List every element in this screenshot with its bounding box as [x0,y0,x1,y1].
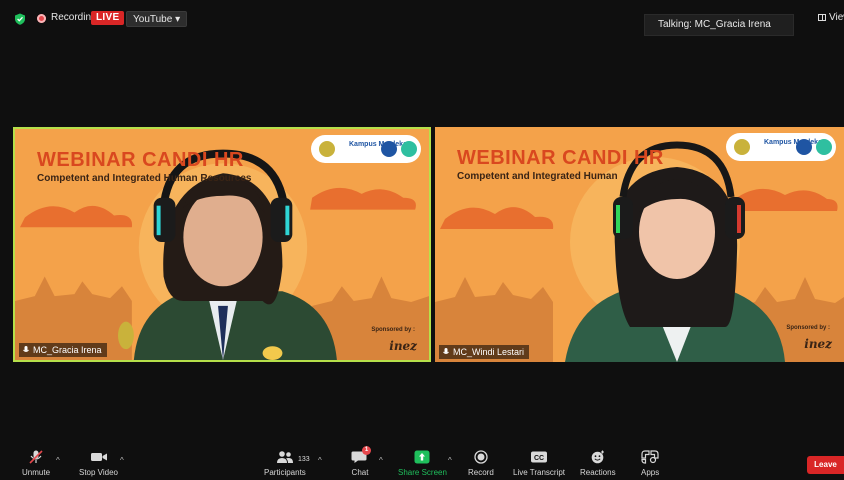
ministry-logo [796,139,812,155]
slide-title: WEBINAR CANDI HR [37,149,244,171]
slide-subtitle: Competent and Integrated Human [457,171,618,182]
unmute-button[interactable]: Unmute [22,450,50,477]
talking-indicator: Talking: MC_Gracia Irena [644,14,794,36]
participants-count: 133 [298,456,310,463]
record-button[interactable]: Record [468,450,494,477]
participants-button[interactable]: Participants [264,450,306,477]
chat-options-chevron-icon[interactable]: ^ [379,456,383,465]
sponsor-logo: inez [389,339,417,353]
stop-video-button[interactable]: Stop Video [79,450,118,477]
svg-text:CC: CC [534,455,544,462]
sponsor-label: Sponsored by : [371,327,415,333]
share-screen-icon [414,450,430,464]
share-options-chevron-icon[interactable]: ^ [448,456,452,465]
people-icon [276,451,293,463]
share-screen-label: Share Screen [398,468,447,477]
reactions-label: Reactions [580,468,616,477]
stop-video-label: Stop Video [79,468,118,477]
record-icon [474,450,488,464]
meeting-top-bar: Recording LIVE YouTube ▾ Talking: MC_Gra… [0,0,844,36]
apps-label: Apps [641,468,660,477]
reactions-button[interactable]: Reactions [580,450,616,477]
record-label: Record [468,468,494,477]
kampus-merdeka-logo: Kampus Merdeka [349,141,407,148]
participant-name: MC_Windi Lestari [453,347,525,357]
program-logo [816,139,832,155]
leave-button[interactable]: Leave [807,456,844,474]
slide-title: WEBINAR CANDI HR [457,147,664,169]
kampus-merdeka-logo: Kampus Merdeka [764,139,822,146]
chat-button[interactable]: 1 Chat [351,446,371,477]
live-transcript-button[interactable]: CC Live Transcript [513,450,565,477]
mic-muted-icon [29,450,43,464]
sponsor-logo: inez [804,337,832,351]
partner-logos: Kampus Merdeka [311,135,421,163]
university-logo [734,139,750,155]
university-logo [319,141,335,157]
gallery-view-icon [818,14,826,21]
sponsor-label: Sponsored by : [786,325,830,331]
cc-icon: CC [531,451,548,463]
participants-label: Participants [264,468,306,477]
participant-name-label: MC_Windi Lestari [439,345,530,359]
mic-icon [443,348,449,354]
share-screen-button[interactable]: Share Screen [398,450,447,477]
video-tile-gracia[interactable]: WEBINAR CANDI HR Competent and Integrate… [13,127,431,362]
live-badge[interactable]: LIVE [91,11,125,25]
audio-options-chevron-icon[interactable]: ^ [56,456,60,465]
participant-name: MC_Gracia Irena [33,345,102,355]
meeting-toolbar: Unmute ^ Stop Video ^ Participants 133 ^… [0,438,844,480]
ministry-logo [381,141,397,157]
apps-button[interactable]: Apps [641,450,659,477]
video-camera-icon [90,453,107,461]
video-tile-windi[interactable]: WEBINAR CANDI HR Competent and Integrate… [435,127,844,362]
program-logo [401,141,417,157]
chat-label: Chat [351,468,369,477]
shield-icon[interactable] [14,13,26,25]
recording-status[interactable]: Recording [51,12,97,23]
partner-logos: Kampus Merdeka [726,133,836,161]
stream-target-dropdown[interactable]: YouTube ▾ [126,11,188,27]
mic-icon [23,346,29,352]
chat-unread-badge: 1 [362,446,371,455]
view-button-label: View [829,12,844,23]
participants-options-chevron-icon[interactable]: ^ [318,456,322,465]
unmute-label: Unmute [22,468,51,477]
chevron-down-icon: ▾ [175,14,181,25]
live-transcript-label: Live Transcript [513,468,566,477]
record-dot-icon [37,14,46,23]
emoji-icon [591,450,604,464]
view-button[interactable]: View [818,12,844,23]
participant-name-label: MC_Gracia Irena [19,343,107,357]
slide-subtitle: Competent and Integrated Human Resources [37,173,252,184]
stream-target-label: YouTube [133,14,173,25]
video-options-chevron-icon[interactable]: ^ [120,456,124,465]
apps-icon [641,450,659,464]
